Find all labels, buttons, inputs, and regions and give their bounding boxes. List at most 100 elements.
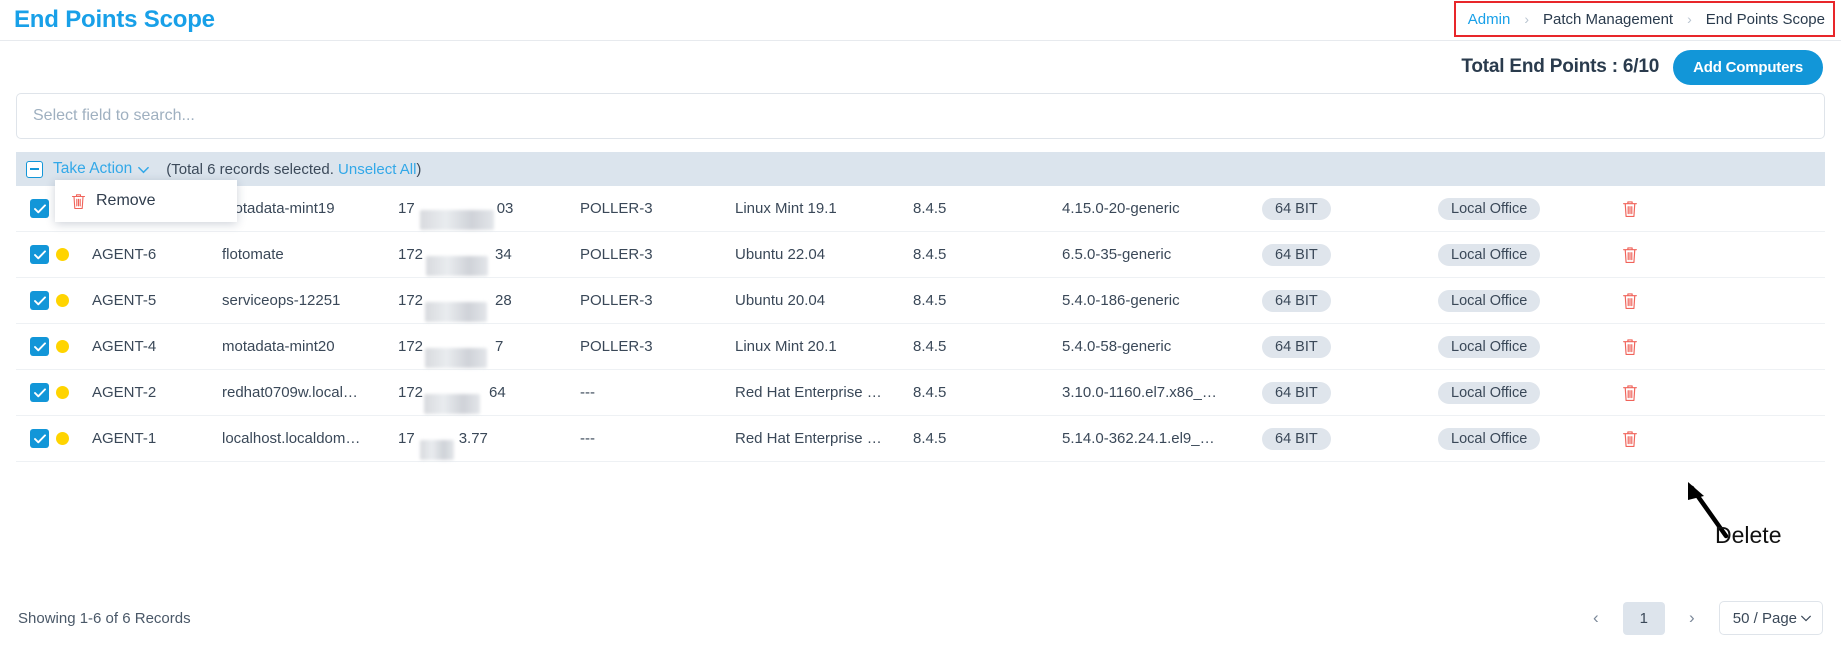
table-row[interactable]: AGENT-1 localhost.localdom… 17 3.77 --- R… (16, 416, 1825, 462)
site-badge: Local Office (1438, 243, 1541, 266)
trash-icon[interactable] (1622, 384, 1638, 402)
delete-cell (1622, 200, 1692, 218)
page-size-label: 50 / Page (1732, 609, 1797, 627)
os-cell: Linux Mint 19.1 (735, 200, 837, 217)
ip-redaction (425, 348, 487, 368)
ip-address-cell: 172 64 (398, 384, 580, 414)
row-checkbox[interactable] (30, 291, 49, 310)
unselect-all-link[interactable]: Unselect All (338, 161, 416, 178)
selection-count-text: (Total 6 records selected. (166, 160, 334, 178)
table-row[interactable]: AGENT-5 serviceops-12251 172 28 POLLER-3 … (16, 278, 1825, 324)
status-indicator (56, 294, 69, 307)
architecture-cell: 64 BIT (1262, 381, 1438, 404)
status-dot-cell (56, 294, 92, 307)
select-all-checkbox[interactable] (26, 160, 43, 178)
chevron-right-icon: › (1524, 11, 1529, 27)
agent-cell: AGENT-2 (92, 384, 157, 401)
menu-item-remove-label: Remove (96, 192, 156, 209)
trash-icon[interactable] (1622, 200, 1638, 218)
row-checkbox[interactable] (30, 245, 49, 264)
row-checkbox[interactable] (30, 199, 49, 218)
prev-page-button[interactable]: ‹ (1581, 603, 1611, 633)
total-endpoints-bar: Total End Points : 6/10 Add Computers (0, 41, 1841, 93)
ip-prefix: 172 (398, 384, 424, 401)
status-indicator (56, 432, 69, 445)
architecture-cell: 64 BIT (1262, 243, 1438, 266)
site-cell: Local Office (1438, 427, 1622, 450)
page-number-1[interactable]: 1 (1622, 601, 1665, 635)
site-badge: Local Office (1438, 335, 1541, 358)
check-icon (33, 433, 46, 443)
table-footer: Showing 1-6 of 6 Records ‹ 1 › 50 / Page (0, 596, 1841, 640)
row-select-cell (16, 199, 56, 218)
version-cell: 8.4.5 (913, 384, 947, 401)
delete-cell (1622, 246, 1692, 264)
status-dot-cell (56, 340, 92, 353)
pagination: ‹ 1 › 50 / Page (1581, 601, 1823, 635)
hostname-cell: motadata-mint20 (222, 338, 335, 355)
os-cell: Linux Mint 20.1 (735, 338, 837, 355)
take-action-label: Take Action (53, 160, 133, 177)
table-row[interactable]: motadata-mint19 17 03 POLLER-3 Linux Mint… (16, 186, 1825, 232)
status-dot-cell (56, 386, 92, 399)
trash-icon (71, 193, 86, 209)
row-select-cell (16, 337, 56, 356)
status-indicator (56, 248, 69, 261)
table-row[interactable]: AGENT-2 redhat0709w.local… 172 64 --- Red… (16, 370, 1825, 416)
row-checkbox[interactable] (30, 429, 49, 448)
row-checkbox[interactable] (30, 383, 49, 402)
delete-cell (1622, 338, 1692, 356)
ip-address-cell: 17 3.77 (398, 430, 580, 460)
trash-icon[interactable] (1622, 292, 1638, 310)
row-select-cell (16, 291, 56, 310)
architecture-cell: 64 BIT (1262, 197, 1438, 220)
ip-address-cell: 172 28 (398, 292, 580, 322)
check-icon (33, 295, 46, 305)
row-checkbox[interactable] (30, 337, 49, 356)
row-select-cell (16, 245, 56, 264)
version-cell: 8.4.5 (913, 200, 947, 217)
kernel-cell: 6.5.0-35-generic (1062, 246, 1172, 263)
row-select-cell (16, 383, 56, 402)
status-indicator (56, 340, 69, 353)
check-icon (33, 249, 46, 259)
site-cell: Local Office (1438, 197, 1622, 220)
trash-icon[interactable] (1622, 338, 1638, 356)
site-cell: Local Office (1438, 243, 1622, 266)
records-summary: Showing 1-6 of 6 Records (18, 609, 191, 627)
page-title: End Points Scope (14, 6, 215, 33)
take-action-menu: Remove (55, 180, 237, 222)
os-cell: Red Hat Enterprise … (735, 430, 882, 447)
search-input[interactable] (16, 93, 1825, 139)
selection-suffix: ) (416, 160, 422, 178)
ip-address-cell: 172 7 (398, 338, 580, 368)
version-cell: 8.4.5 (913, 292, 947, 309)
table-row[interactable]: AGENT-4 motadata-mint20 172 7 POLLER-3 Li… (16, 324, 1825, 370)
breadcrumb: Admin › Patch Management › End Points Sc… (1453, 1, 1835, 37)
next-page-button[interactable]: › (1677, 603, 1707, 633)
breadcrumb-item-admin[interactable]: Admin (1468, 11, 1511, 28)
architecture-cell: 64 BIT (1262, 427, 1438, 450)
page-size-select[interactable]: 50 / Page (1718, 601, 1823, 635)
chevron-right-icon: › (1687, 11, 1692, 27)
add-computers-button[interactable]: Add Computers (1673, 49, 1823, 85)
ip-prefix: 172 (398, 246, 424, 263)
site-badge: Local Office (1438, 289, 1541, 312)
take-action-dropdown-trigger[interactable]: Take Action (53, 160, 150, 178)
hostname-cell: flotomate (222, 246, 284, 263)
search-bar (0, 93, 1841, 139)
architecture-cell: 64 BIT (1262, 335, 1438, 358)
delete-cell (1622, 384, 1692, 402)
trash-icon[interactable] (1622, 246, 1638, 264)
endpoints-table: motadata-mint19 17 03 POLLER-3 Linux Mint… (16, 186, 1825, 462)
ip-address-cell: 17 03 (398, 200, 580, 230)
menu-item-remove[interactable]: Remove (55, 186, 237, 216)
agent-cell: AGENT-4 (92, 338, 157, 355)
table-row[interactable]: AGENT-6 flotomate 172 34 POLLER-3 Ubuntu … (16, 232, 1825, 278)
breadcrumb-item-end-points-scope: End Points Scope (1705, 10, 1825, 28)
trash-icon[interactable] (1622, 430, 1638, 448)
check-icon (33, 387, 46, 397)
breadcrumb-item-patch-management[interactable]: Patch Management (1543, 11, 1673, 28)
site-cell: Local Office (1438, 289, 1622, 312)
architecture-badge: 64 BIT (1262, 427, 1331, 450)
